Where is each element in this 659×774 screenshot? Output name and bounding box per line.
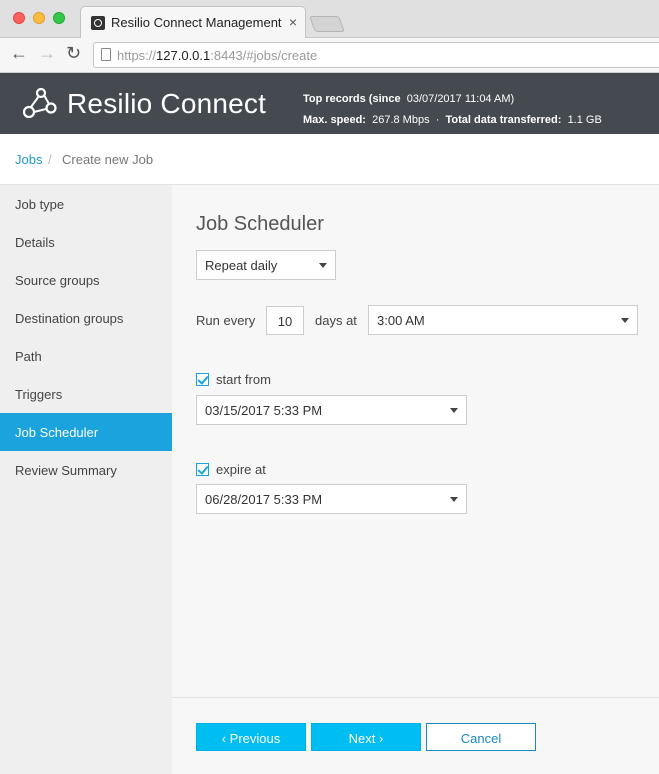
- top-records-label: Top records (since: [303, 93, 401, 105]
- breadcrumb-jobs-link[interactable]: Jobs: [15, 152, 42, 167]
- time-select[interactable]: 3:00 AM: [368, 305, 638, 335]
- url-scheme: https://: [117, 48, 157, 63]
- new-tab-button[interactable]: [309, 16, 345, 32]
- url-text: https://127.0.0.1:8443/#jobs/create: [117, 48, 317, 63]
- tab-title: Resilio Connect Management C: [111, 15, 283, 30]
- sidebar-item-job-scheduler[interactable]: Job Scheduler: [0, 413, 172, 451]
- page-title: Job Scheduler: [196, 213, 324, 235]
- stats-separator: ·: [435, 114, 440, 126]
- start-from-checkbox[interactable]: [196, 373, 209, 386]
- tab-close-icon[interactable]: ×: [289, 14, 297, 30]
- resilio-logo-icon: [22, 87, 57, 119]
- address-toolbar: ← → ↻ https://127.0.0.1:8443/#jobs/creat…: [0, 38, 659, 73]
- repeat-frequency-value: Repeat daily: [205, 258, 278, 273]
- next-button[interactable]: Next ›: [311, 723, 421, 751]
- start-date-value: 03/15/2017 5:33 PM: [205, 403, 323, 418]
- app-logo-text: Resilio Connect: [67, 88, 267, 119]
- chevron-down-icon: [319, 263, 327, 268]
- breadcrumb: Jobs / Create new Job: [0, 134, 659, 185]
- url-path: :8443/#jobs/create: [210, 48, 318, 63]
- sidebar-item-source-groups[interactable]: Source groups: [0, 261, 172, 299]
- top-records-date: 03/07/2017 11:04 AM): [406, 93, 515, 105]
- sidebar-item-review-summary[interactable]: Review Summary: [0, 451, 172, 489]
- previous-button[interactable]: ‹ Previous: [196, 723, 306, 751]
- chevron-down-icon: [450, 497, 458, 502]
- breadcrumb-separator: /: [48, 152, 52, 167]
- job-scheduler-panel: Job Scheduler Repeat daily Run every 10 …: [172, 185, 659, 774]
- days-at-label: days at: [315, 313, 357, 328]
- url-host: 127.0.0.1: [156, 48, 211, 63]
- back-arrow-icon[interactable]: ←: [10, 43, 28, 64]
- breadcrumb-current: Create new Job: [62, 152, 154, 167]
- minimize-window-button[interactable]: [33, 12, 45, 24]
- resilio-favicon-icon: [91, 16, 105, 30]
- start-from-label: start from: [216, 372, 271, 387]
- max-speed-label: Max. speed:: [303, 114, 366, 126]
- maximize-window-button[interactable]: [53, 12, 65, 24]
- start-date-select[interactable]: 03/15/2017 5:33 PM: [196, 395, 467, 425]
- browser-tab[interactable]: Resilio Connect Management C ×: [80, 6, 306, 39]
- max-speed-value: 267.8 Mbps: [372, 114, 430, 126]
- wizard-footer: ‹ Previous Next › Cancel: [172, 697, 659, 774]
- close-window-button[interactable]: [13, 12, 25, 24]
- expire-date-select[interactable]: 06/28/2017 5:33 PM: [196, 484, 467, 514]
- repeat-frequency-select[interactable]: Repeat daily: [196, 250, 336, 280]
- run-every-input[interactable]: 10: [266, 306, 304, 335]
- top-records-stats: Top records (since 03/07/2017 11:04 AM) …: [303, 89, 602, 131]
- run-every-label: Run every: [196, 313, 256, 328]
- forward-arrow-icon[interactable]: →: [38, 43, 56, 64]
- expire-date-value: 06/28/2017 5:33 PM: [205, 492, 323, 507]
- total-data-label: Total data transferred:: [445, 114, 562, 126]
- sidebar-item-triggers[interactable]: Triggers: [0, 375, 172, 413]
- chevron-down-icon: [450, 408, 458, 413]
- url-input[interactable]: https://127.0.0.1:8443/#jobs/create: [93, 42, 659, 68]
- page-icon: [101, 48, 111, 61]
- time-value: 3:00 AM: [377, 313, 425, 328]
- expire-at-checkbox[interactable]: [196, 463, 209, 476]
- cancel-button[interactable]: Cancel: [426, 723, 536, 751]
- sidebar-item-details[interactable]: Details: [0, 223, 172, 261]
- sidebar-item-job-type[interactable]: Job type: [0, 185, 172, 223]
- total-data-value: 1.1 GB: [567, 114, 602, 126]
- app-header: Resilio Connect Top records (since 03/07…: [0, 73, 659, 134]
- sidebar-item-destination-groups[interactable]: Destination groups: [0, 299, 172, 337]
- expire-at-label: expire at: [216, 462, 266, 477]
- sidebar-item-path[interactable]: Path: [0, 337, 172, 375]
- reload-icon[interactable]: ↻: [66, 43, 81, 64]
- wizard-sidebar: Job type Details Source groups Destinati…: [0, 185, 172, 774]
- browser-tab-bar: Resilio Connect Management C ×: [0, 0, 659, 39]
- chevron-down-icon: [621, 318, 629, 323]
